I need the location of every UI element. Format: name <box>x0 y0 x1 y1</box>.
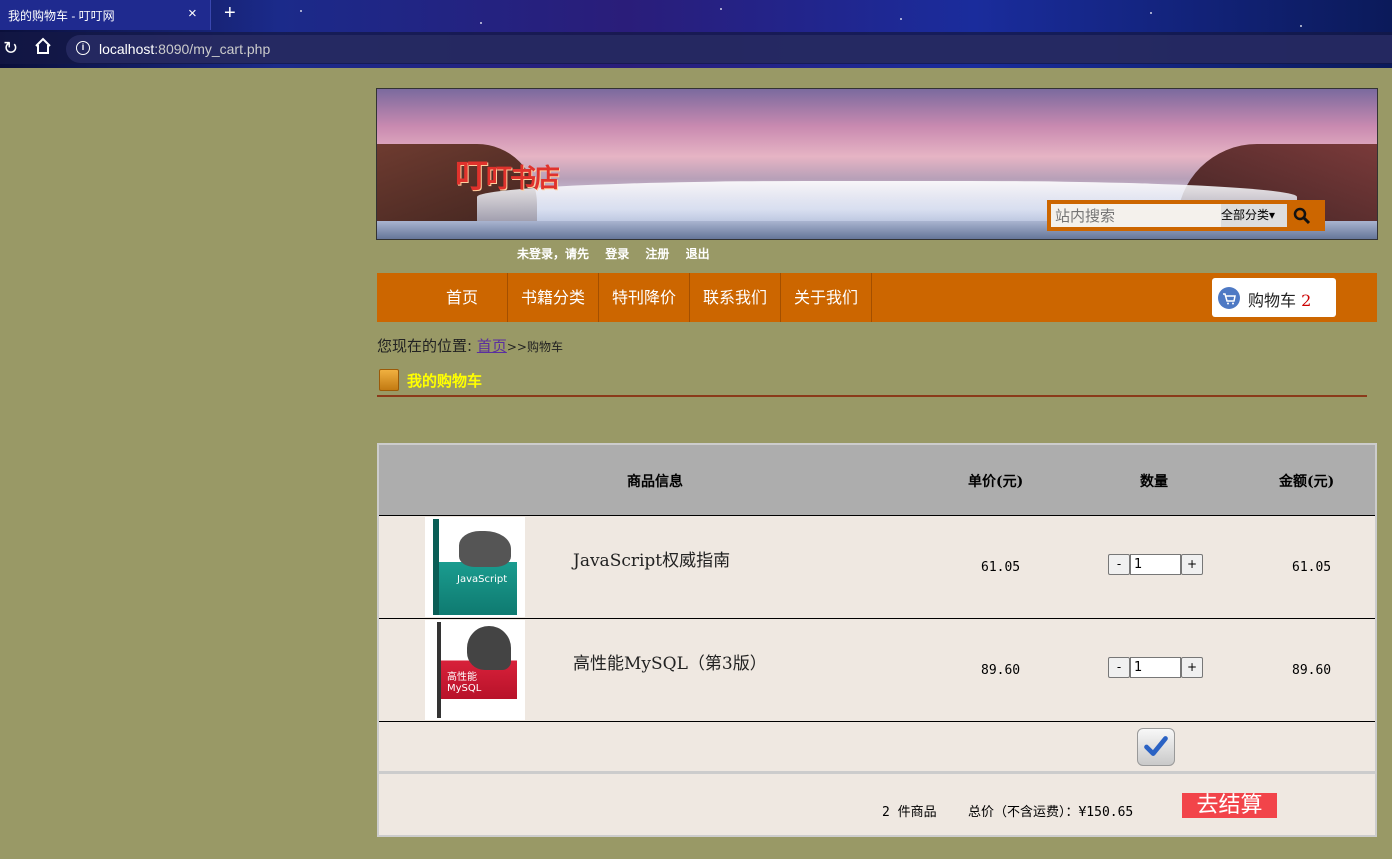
nav-item-discounts[interactable]: 特刊降价 <box>599 273 690 322</box>
breadcrumb-separator: >> <box>506 340 527 354</box>
cart-summary: 2 件商品 总价（不含运费）：¥150.65 去结算 <box>379 777 1375 835</box>
nav-item-home[interactable]: 首页 <box>417 273 507 322</box>
breadcrumb-home-link[interactable]: 首页 <box>477 337 507 355</box>
new-tab-icon[interactable]: + <box>224 2 236 25</box>
header-unit-price: 单价(元) <box>968 474 1024 490</box>
shopping-cart-icon <box>1218 287 1240 309</box>
breadcrumb-prefix: 您现在的位置: <box>377 337 473 355</box>
bird-illustration <box>467 626 511 670</box>
search-input[interactable] <box>1051 204 1221 227</box>
update-row <box>379 722 1375 774</box>
star-decoration <box>480 22 482 24</box>
total-price: 总价（不含运费）：¥150.65 <box>967 805 1134 820</box>
home-icon[interactable] <box>33 36 53 56</box>
star-decoration <box>720 8 722 10</box>
unit-price: 61.05 <box>981 560 1021 575</box>
cart-button[interactable]: 购物车 2 <box>1212 278 1336 317</box>
table-row: JavaScript JavaScript权威指南 61.05 - 1 + 61… <box>379 516 1375 619</box>
reload-icon[interactable]: ↻ <box>3 38 18 59</box>
header-product-info: 商品信息 <box>627 474 683 490</box>
site-logo[interactable]: 叮叮书店 <box>455 149 560 197</box>
main-nav: 首页 书籍分类 特刊降价 联系我们 关于我们 购物车 2 <box>377 273 1377 322</box>
close-tab-icon[interactable]: × <box>188 5 197 22</box>
logout-link[interactable]: 退出 <box>686 247 710 261</box>
cover-title: JavaScript <box>457 574 508 585</box>
star-decoration <box>1300 25 1302 27</box>
register-link[interactable]: 注册 <box>645 247 669 261</box>
login-bar: 未登录，请先 登录 注册 退出 <box>517 245 722 262</box>
url-text[interactable]: localhost:8090/my_cart.php <box>99 41 270 57</box>
book-cover: JavaScript <box>433 519 517 615</box>
checkout-button[interactable]: 去结算 <box>1182 793 1277 818</box>
table-row: 高性能 MySQL 高性能MySQL（第3版） 89.60 - 1 + 89.6… <box>379 619 1375 722</box>
unit-price: 89.60 <box>981 663 1021 678</box>
tab-title: 我的购物车 - 叮叮网 <box>8 9 115 23</box>
header-quantity: 数量 <box>1140 474 1168 490</box>
line-total: 61.05 <box>1292 560 1332 575</box>
product-name[interactable]: 高性能MySQL（第3版） <box>573 649 767 674</box>
search-icon[interactable] <box>1291 205 1313 227</box>
item-count: 2 件商品 <box>882 805 937 820</box>
login-link[interactable]: 登录 <box>605 247 629 261</box>
browser-chrome: 我的购物车 - 叮叮网 × + ↻ i localhost:8090/my_ca… <box>0 0 1392 68</box>
checkmark-icon <box>1144 736 1168 756</box>
nav-item-contact[interactable]: 联系我们 <box>690 273 781 322</box>
cart-title: 我的购物车 <box>407 372 483 390</box>
shopping-bag-icon <box>379 369 399 391</box>
quantity-input[interactable]: 1 <box>1130 554 1181 575</box>
breadcrumb: 您现在的位置: 首页>>购物车 <box>377 335 563 356</box>
cart-heading: 我的购物车 <box>377 369 1367 397</box>
search-box: 全部分类▾ <box>1047 200 1325 231</box>
quantity-input[interactable]: 1 <box>1130 657 1181 678</box>
update-cart-button[interactable] <box>1137 728 1175 766</box>
product-image[interactable]: 高性能 MySQL <box>425 620 525 720</box>
cart-table: 商品信息 单价(元) 数量 金额(元) JavaScript JavaScrip… <box>377 443 1377 837</box>
nav-item-categories[interactable]: 书籍分类 <box>507 273 599 322</box>
decrement-button[interactable]: - <box>1108 554 1130 575</box>
breadcrumb-current: 购物车 <box>526 340 563 354</box>
browser-tab[interactable]: 我的购物车 - 叮叮网 × <box>0 0 211 30</box>
cart-count: 2 <box>1301 291 1312 310</box>
star-decoration <box>300 10 302 12</box>
decrement-button[interactable]: - <box>1108 657 1130 678</box>
login-prompt: 未登录，请先 <box>517 247 590 261</box>
table-header: 商品信息 单价(元) 数量 金额(元) <box>379 445 1375 516</box>
increment-button[interactable]: + <box>1181 657 1203 678</box>
line-total: 89.60 <box>1292 663 1332 678</box>
product-image[interactable]: JavaScript <box>425 517 525 617</box>
book-cover: 高性能 MySQL <box>437 622 517 718</box>
star-decoration <box>900 18 902 20</box>
info-icon[interactable]: i <box>76 41 90 55</box>
product-name[interactable]: JavaScript权威指南 <box>573 546 730 571</box>
star-decoration <box>1150 12 1152 14</box>
cart-label: 购物车 <box>1248 291 1297 310</box>
increment-button[interactable]: + <box>1181 554 1203 575</box>
site-banner: 叮叮书店 全部分类▾ <box>376 88 1378 240</box>
cover-title: 高性能 MySQL <box>447 672 482 694</box>
rhino-illustration <box>459 531 511 567</box>
nav-item-about[interactable]: 关于我们 <box>781 273 872 322</box>
search-category-select[interactable]: 全部分类▾ <box>1221 204 1287 227</box>
header-amount: 金额(元) <box>1279 474 1335 490</box>
